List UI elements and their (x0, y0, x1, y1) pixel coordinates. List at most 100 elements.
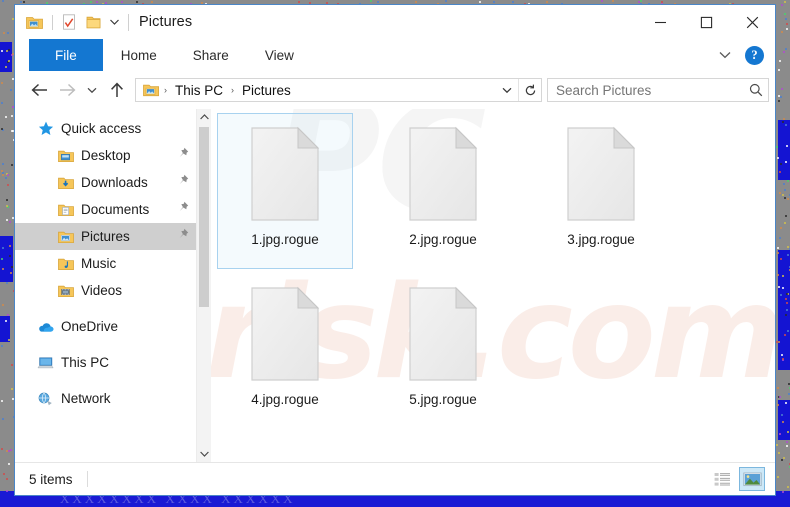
tab-share[interactable]: Share (175, 39, 247, 71)
pictures-folder-icon (142, 82, 159, 99)
minimize-button[interactable] (637, 5, 683, 39)
file-name: 1.jpg.rogue (251, 232, 319, 247)
desktop-speckle (780, 3, 783, 6)
sidebar-item-downloads[interactable]: Downloads (15, 169, 211, 196)
search-box[interactable] (547, 78, 769, 102)
desktop-speckle (782, 193, 785, 196)
breadcrumb-pictures[interactable]: Pictures (239, 83, 294, 98)
desktop-speckle (10, 115, 13, 118)
chevron-down-icon[interactable] (711, 41, 739, 69)
desktop-speckle (6, 204, 9, 207)
title-bar: Pictures (15, 5, 775, 39)
desktop-speckle (612, 0, 615, 3)
search-icon[interactable] (744, 79, 768, 101)
desktop-speckle (783, 196, 786, 199)
up-button[interactable] (103, 77, 131, 103)
desktop-speckle (777, 247, 780, 249)
pin-icon[interactable] (177, 201, 189, 219)
refresh-icon[interactable] (518, 79, 541, 101)
file-item[interactable]: 4.jpg.rogue (217, 273, 353, 429)
tab-file[interactable]: File (29, 39, 103, 71)
sidebar-item-desktop[interactable]: Desktop (15, 142, 211, 169)
desktop-speckle (5, 282, 8, 285)
desktop-speckle (1, 81, 4, 84)
pin-icon[interactable] (177, 174, 189, 192)
desktop-speckle (19, 0, 22, 3)
blank-document-icon (249, 286, 321, 382)
pin-icon[interactable] (177, 228, 189, 246)
sidebar-item-music[interactable]: Music (15, 250, 211, 277)
desktop-speckle (136, 0, 139, 3)
desktop-speckle (777, 475, 780, 478)
desktop-speckle (784, 215, 787, 218)
sidebar-item-videos[interactable]: Videos (15, 277, 211, 304)
pictures-folder-icon[interactable] (23, 11, 45, 33)
address-bar: › This PC › Pictures (15, 72, 775, 108)
desktop-speckle (784, 161, 787, 164)
desktop-speckle (1, 257, 4, 260)
desktop-speckle (782, 456, 785, 459)
desktop-speckle (9, 271, 12, 274)
desktop-speckle (1, 163, 4, 166)
sidebar-item-network[interactable]: Network (15, 385, 211, 412)
file-explorer-window: Pictures File Home Share View ? › This P… (14, 4, 776, 496)
file-name: 5.jpg.rogue (409, 392, 477, 407)
this-pc-icon (37, 354, 54, 371)
close-button[interactable] (729, 5, 775, 39)
downloads-folder-icon (57, 174, 74, 191)
breadcrumb-bar[interactable]: › This PC › Pictures (135, 78, 542, 102)
desktop-speckle (10, 89, 13, 92)
file-item[interactable]: 1.jpg.rogue (217, 113, 353, 269)
recent-locations-button[interactable] (81, 77, 103, 103)
desktop-speckle (785, 297, 788, 300)
new-folder-icon[interactable] (82, 11, 104, 33)
breadcrumb-dropdown-icon[interactable] (496, 79, 518, 101)
sidebar-scrollbar[interactable] (196, 109, 211, 462)
desktop-speckle (11, 129, 14, 132)
desktop-speckle (786, 485, 789, 488)
sidebar-item-label: Quick access (61, 121, 142, 136)
ribbon-right-controls: ? (711, 39, 769, 71)
scroll-up-arrow-icon[interactable] (197, 109, 211, 125)
search-input[interactable] (548, 81, 744, 99)
customize-caret-icon[interactable] (106, 12, 122, 32)
desktop-speckle (6, 218, 9, 221)
back-button[interactable] (25, 77, 53, 103)
tab-home[interactable]: Home (103, 39, 175, 71)
help-icon[interactable]: ? (745, 45, 764, 65)
scrollbar-thumb[interactable] (199, 127, 209, 307)
sidebar-item-onedrive[interactable]: OneDrive (15, 313, 211, 340)
file-list-area[interactable]: PC risk.com 1.jpg.rogue 2.jpg.rogue 3.jp… (211, 109, 775, 462)
details-view-button[interactable] (709, 467, 735, 491)
videos-folder-icon (57, 282, 74, 299)
breadcrumb-this-pc[interactable]: This PC (172, 83, 226, 98)
desktop-speckle (377, 1, 380, 4)
desktop-speckle (0, 399, 3, 402)
desktop-speckle (782, 118, 785, 121)
file-item[interactable]: 5.jpg.rogue (375, 273, 511, 429)
desktop-speckle (780, 30, 783, 33)
sidebar-item-quick-access[interactable]: Quick access (15, 115, 211, 142)
desktop-speckle (0, 447, 3, 450)
forward-button[interactable] (53, 77, 81, 103)
sidebar-item-documents[interactable]: Documents (15, 196, 211, 223)
desktop-speckle (96, 0, 99, 3)
maximize-button[interactable] (683, 5, 729, 39)
desktop-speckle (781, 286, 784, 289)
desktop-speckle (784, 12, 787, 15)
pin-icon[interactable] (177, 147, 189, 165)
large-icons-view-button[interactable] (739, 467, 765, 491)
desktop-speckle (779, 191, 782, 194)
desktop-speckle (786, 28, 789, 31)
tab-view[interactable]: View (247, 39, 312, 71)
sidebar-item-this-pc[interactable]: This PC (15, 349, 211, 376)
file-item[interactable]: 3.jpg.rogue (533, 113, 669, 269)
desktop-speckle (781, 459, 784, 462)
sidebar-item-pictures[interactable]: Pictures (15, 223, 211, 250)
scroll-down-arrow-icon[interactable] (197, 446, 211, 462)
sidebar-item-label: Desktop (81, 148, 131, 163)
file-item[interactable]: 2.jpg.rogue (375, 113, 511, 269)
properties-icon[interactable] (58, 11, 80, 33)
